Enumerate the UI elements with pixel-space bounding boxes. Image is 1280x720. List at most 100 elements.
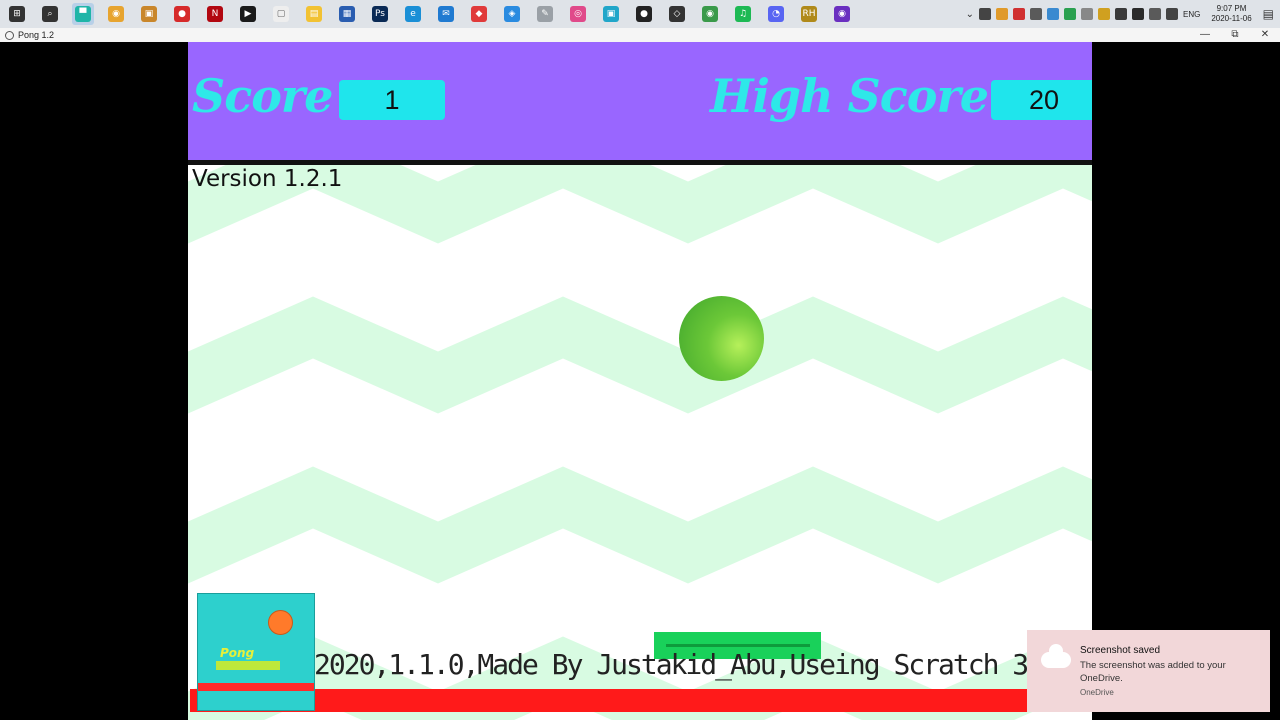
unity-icon[interactable]: ◇	[666, 3, 688, 25]
mail-icon[interactable]: ✉	[435, 3, 457, 25]
roblox-studio-icon-glyph: ◈	[504, 6, 520, 22]
screenshot-toast[interactable]: Screenshot saved The screenshot was adde…	[1027, 630, 1270, 712]
obs-icon-glyph: ●	[636, 6, 652, 22]
store-icon[interactable]: ▦	[336, 3, 358, 25]
zigzag-band	[188, 296, 1092, 414]
edge-icon[interactable]: e	[402, 3, 424, 25]
app-icon-3-glyph: ◉	[834, 6, 850, 22]
notifications-icon[interactable]: ▤	[1263, 7, 1274, 21]
netflix-icon-glyph: N	[207, 6, 223, 22]
start-icon[interactable]: ⊞	[6, 3, 28, 25]
file-icon[interactable]: ▢	[270, 3, 292, 25]
edge-icon-glyph: e	[405, 6, 421, 22]
bottom-boundary	[190, 689, 1092, 712]
app-icon[interactable]: ▣	[138, 3, 160, 25]
logo-paddle-icon	[216, 661, 280, 670]
tray-icons	[978, 8, 1178, 20]
tray-icon-8[interactable]	[1097, 8, 1110, 20]
language-indicator[interactable]: ENG	[1183, 10, 1200, 19]
tray-icon-5[interactable]	[1046, 8, 1059, 20]
toast-body: The screenshot was added to your OneDriv…	[1080, 660, 1226, 684]
tray-overflow-chevron-icon[interactable]: ⌄	[966, 9, 974, 20]
rh-icon-glyph: RH	[801, 6, 817, 22]
window-title: Pong 1.2	[18, 30, 55, 40]
onedrive-cloud-icon	[1041, 644, 1071, 668]
score-value-box: 1	[339, 80, 445, 120]
credits-text: 2020,1.1.0,Made By Justakid_Abu,Useing S…	[314, 648, 1059, 681]
app-icon-3[interactable]: ◉	[831, 3, 853, 25]
pong-logo: Pong	[197, 593, 315, 711]
app-icon-2[interactable]: ▣	[600, 3, 622, 25]
spotify-icon-glyph: ♫	[735, 6, 751, 22]
chrome-icon-glyph: ◉	[108, 6, 124, 22]
search-icon[interactable]: ⌕	[39, 3, 61, 25]
close-button[interactable]: ✕	[1250, 28, 1280, 42]
roblox-icon-glyph: ◆	[471, 6, 487, 22]
clock-date: 2020-11-06	[1211, 14, 1252, 23]
score-label: Score	[192, 69, 333, 123]
tray-icon-3[interactable]	[1012, 8, 1025, 20]
high-score-value: 20	[1028, 84, 1060, 115]
high-score-label: High Score	[710, 69, 989, 123]
app-icon-2-glyph: ▣	[603, 6, 619, 22]
chrome-icon[interactable]: ◉	[105, 3, 127, 25]
pong-app-icon[interactable]: ▀	[72, 3, 94, 25]
app-window-icon	[5, 30, 14, 40]
instagram-icon-glyph: ◎	[570, 6, 586, 22]
discord-icon[interactable]: ◔	[765, 3, 787, 25]
chrome-icon-2[interactable]: ◉	[699, 3, 721, 25]
discord-icon-glyph: ◔	[768, 6, 784, 22]
tray-icon-12[interactable]	[1165, 8, 1178, 20]
ball	[679, 296, 764, 381]
tray-icon-10[interactable]	[1131, 8, 1144, 20]
version-label: Version 1.2.1	[192, 166, 343, 192]
score-value: 1	[384, 84, 400, 115]
clock[interactable]: 9:07 PM 2020-11-06	[1211, 4, 1251, 24]
photoshop-icon[interactable]: Ps	[369, 3, 391, 25]
pong-app-icon-glyph: ▀	[75, 6, 91, 22]
toast-title: Screenshot saved	[1080, 645, 1161, 656]
clock-time: 9:07 PM	[1216, 4, 1247, 13]
file-icon-glyph: ▢	[273, 6, 289, 22]
search-icon-glyph: ⌕	[42, 6, 58, 22]
logo-ball-icon	[268, 610, 293, 635]
paint-icon-glyph: ✎	[537, 6, 553, 22]
mail-icon-glyph: ✉	[438, 6, 454, 22]
paddle-stripe	[666, 644, 810, 647]
high-score-value-box: 20	[991, 80, 1092, 120]
window-controls: — ⧉ ✕	[1190, 28, 1280, 42]
tray-icon-2[interactable]	[995, 8, 1008, 20]
obs-icon[interactable]: ●	[633, 3, 655, 25]
spotify-icon[interactable]: ♫	[732, 3, 754, 25]
among-us-icon-glyph: ●	[174, 6, 190, 22]
logo-red-bar	[198, 683, 314, 691]
logo-text: Pong	[220, 646, 255, 660]
store-icon-glyph: ▦	[339, 6, 355, 22]
roblox-icon[interactable]: ◆	[468, 3, 490, 25]
header-divider	[188, 160, 1092, 165]
tray-icon-1[interactable]	[978, 8, 991, 20]
tray-icon-7[interactable]	[1080, 8, 1093, 20]
terminal-icon[interactable]: ▶	[237, 3, 259, 25]
rh-icon[interactable]: RH	[798, 3, 820, 25]
toast-source: OneDrive	[1080, 688, 1114, 697]
start-icon-glyph: ⊞	[9, 6, 25, 22]
taskbar-pinned-apps: ⊞ ⌕ ▀ ◉ ▣ ● N ▶ ▢ ▤ ▦ Ps e ✉ ◆ ◈ ✎ ◎ ▣ ● ◇ ◉ ♫ ◔ RH ◉	[0, 3, 858, 25]
tray-icon-11[interactable]	[1148, 8, 1161, 20]
among-us-icon[interactable]: ●	[171, 3, 193, 25]
tray-icon-9[interactable]	[1114, 8, 1127, 20]
netflix-icon[interactable]: N	[204, 3, 226, 25]
tray-icon-6[interactable]	[1063, 8, 1076, 20]
restore-button[interactable]: ⧉	[1220, 28, 1250, 42]
roblox-studio-icon[interactable]: ◈	[501, 3, 523, 25]
tray-icon-4[interactable]	[1029, 8, 1042, 20]
game-stage[interactable]: Score 1 High Score 20 Version 1.2.1 2020…	[188, 42, 1092, 720]
file-explorer-icon[interactable]: ▤	[303, 3, 325, 25]
minimize-button[interactable]: —	[1190, 28, 1220, 42]
paint-icon[interactable]: ✎	[534, 3, 556, 25]
instagram-icon[interactable]: ◎	[567, 3, 589, 25]
zigzag-band	[188, 466, 1092, 584]
terminal-icon-glyph: ▶	[240, 6, 256, 22]
file-explorer-icon-glyph: ▤	[306, 6, 322, 22]
window-titlebar: Pong 1.2 — ⧉ ✕	[0, 28, 1280, 42]
